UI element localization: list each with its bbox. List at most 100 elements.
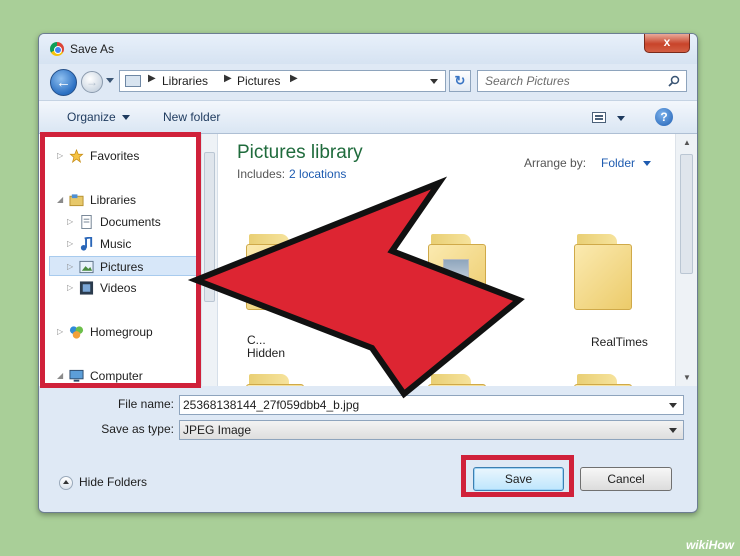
file-name-label: File name: xyxy=(117,397,174,411)
nav-label: Libraries xyxy=(90,193,137,207)
expand-arrow-icon[interactable]: ▷ xyxy=(67,278,73,298)
computer-icon xyxy=(69,369,84,382)
title-bar: Save As x xyxy=(39,34,697,64)
search-input[interactable]: Search Pictures xyxy=(477,70,687,92)
libraries-icon xyxy=(69,194,84,207)
expand-arrow-icon[interactable]: ▷ xyxy=(67,234,73,254)
nav-scrollbar[interactable] xyxy=(201,134,217,386)
search-icon[interactable] xyxy=(668,75,680,87)
file-name-value: 25368138144_27f059dbb4_b.jpg xyxy=(183,398,360,412)
library-title: Pictures library xyxy=(237,142,363,163)
nav-label: Music xyxy=(100,237,132,251)
chevron-down-icon[interactable] xyxy=(643,161,651,166)
file-list-pane: Pictures library Includes: 2 locations Ar… xyxy=(217,134,697,386)
folder-item[interactable] xyxy=(428,374,490,386)
library-folder-icon xyxy=(125,75,141,87)
chevron-down-icon[interactable] xyxy=(617,116,625,121)
wikihow-watermark: wikiHow xyxy=(686,538,734,552)
nav-item-computer[interactable]: ◢ Computer xyxy=(57,366,197,386)
folder-icon xyxy=(574,244,632,310)
address-bar[interactable]: ▶ Libraries ▶ Pictures ▶ xyxy=(119,70,446,92)
scrollbar-thumb[interactable] xyxy=(204,152,215,302)
save-as-type-select[interactable]: JPEG Image xyxy=(179,420,684,440)
nav-item-music[interactable]: ▷ Music xyxy=(67,234,201,254)
music-icon xyxy=(80,237,93,251)
nav-label: Pictures xyxy=(100,260,144,274)
locations-link[interactable]: 2 locations xyxy=(289,167,346,181)
view-options-icon[interactable] xyxy=(592,112,606,123)
hide-folders-button[interactable]: Hide Folders xyxy=(59,475,147,490)
file-name-field[interactable]: 25368138144_27f059dbb4_b.jpg xyxy=(179,395,684,415)
nav-item-libraries[interactable]: ◢ Libraries xyxy=(57,190,197,210)
arrange-by-dropdown[interactable]: Folder xyxy=(601,156,635,170)
arrange-by-label: Arrange by: xyxy=(524,156,587,170)
videos-icon xyxy=(79,281,94,295)
includes-label: Includes: xyxy=(237,167,286,181)
nav-label: Homegroup xyxy=(90,325,153,339)
refresh-button[interactable]: ↻ xyxy=(449,70,471,92)
folder-item[interactable] xyxy=(428,234,490,310)
thumbnail-image xyxy=(443,259,469,289)
folder-item[interactable] xyxy=(574,234,636,310)
chevron-right-icon[interactable]: ▶ xyxy=(224,73,232,84)
chrome-icon xyxy=(50,42,64,56)
pictures-icon xyxy=(79,260,94,274)
documents-icon xyxy=(81,215,92,229)
dialog-footer: Hide Folders Save Cancel xyxy=(39,450,697,512)
folder-label[interactable]: C... Hidden xyxy=(247,334,299,360)
scroll-down-icon[interactable]: ▼ xyxy=(683,373,691,382)
watermark-wiki: wiki xyxy=(685,538,709,552)
breadcrumb-pictures[interactable]: Pictures xyxy=(237,74,280,88)
save-form: File name: 25368138144_27f059dbb4_b.jpg … xyxy=(39,386,697,450)
watermark-how: How xyxy=(708,538,734,552)
expand-arrow-icon[interactable]: ▷ xyxy=(67,212,73,232)
folder-item[interactable] xyxy=(246,234,308,310)
expand-arrow-icon[interactable]: ▷ xyxy=(57,322,63,342)
back-button[interactable]: ← xyxy=(50,69,77,96)
scrollbar-thumb[interactable] xyxy=(680,154,693,274)
folder-item[interactable] xyxy=(574,374,636,386)
chevron-right-icon[interactable]: ▶ xyxy=(290,73,298,84)
history-dropdown-icon[interactable] xyxy=(106,78,114,83)
scroll-up-icon[interactable]: ▲ xyxy=(683,138,691,147)
cancel-button[interactable]: Cancel xyxy=(580,467,672,491)
nav-item-favorites[interactable]: ▷ Favorites xyxy=(57,146,197,166)
nav-item-documents[interactable]: ▷ Documents xyxy=(67,212,201,232)
thumbnail-image xyxy=(261,259,287,289)
content-scrollbar[interactable]: ▲ ▼ xyxy=(675,134,697,386)
folder-icon xyxy=(246,244,304,310)
expand-arrow-icon[interactable]: ▷ xyxy=(57,146,63,166)
address-dropdown-icon[interactable] xyxy=(430,79,438,84)
chevron-right-icon[interactable]: ▶ xyxy=(148,73,156,84)
navigation-pane: ▷ Favorites ◢ Libraries ▷ Documents ▷ Mu… xyxy=(39,134,217,386)
nav-label: Videos xyxy=(100,281,137,295)
close-button[interactable]: x xyxy=(644,34,690,53)
hide-folders-label: Hide Folders xyxy=(79,475,148,489)
command-toolbar: Organize New folder ? xyxy=(39,100,697,134)
navigation-bar: ← → ▶ Libraries ▶ Pictures ▶ ↻ Search Pi… xyxy=(39,64,697,100)
save-as-dialog: Save As x ← → ▶ Libraries ▶ Pictures ▶ ↻… xyxy=(38,33,698,513)
forward-button[interactable]: → xyxy=(81,71,103,93)
help-icon[interactable]: ? xyxy=(655,108,673,126)
folder-label[interactable]: RealTimes xyxy=(591,335,648,349)
chevron-down-icon[interactable] xyxy=(669,428,677,433)
expand-arrow-icon[interactable]: ▷ xyxy=(67,257,73,277)
folder-icon xyxy=(428,244,486,310)
highlight-box-save xyxy=(461,455,574,497)
folder-item[interactable] xyxy=(246,374,308,386)
organize-label: Organize xyxy=(67,110,116,124)
nav-label: Documents xyxy=(100,215,161,229)
nav-item-videos[interactable]: ▷ Videos xyxy=(67,278,201,298)
homegroup-icon xyxy=(69,326,84,339)
chevron-down-icon[interactable] xyxy=(669,403,677,408)
collapse-arrow-icon[interactable]: ◢ xyxy=(57,366,63,386)
includes-line: Includes: 2 locations xyxy=(237,167,346,181)
new-folder-button[interactable]: New folder xyxy=(163,110,220,124)
save-as-type-value: JPEG Image xyxy=(183,423,252,437)
nav-item-homegroup[interactable]: ▷ Homegroup xyxy=(57,322,197,342)
collapse-arrow-icon[interactable]: ◢ xyxy=(57,190,63,210)
organize-menu[interactable]: Organize xyxy=(67,110,130,124)
window-title: Save As xyxy=(70,42,115,56)
breadcrumb-libraries[interactable]: Libraries xyxy=(162,74,208,88)
nav-item-pictures[interactable]: ▷ Pictures xyxy=(49,256,199,276)
